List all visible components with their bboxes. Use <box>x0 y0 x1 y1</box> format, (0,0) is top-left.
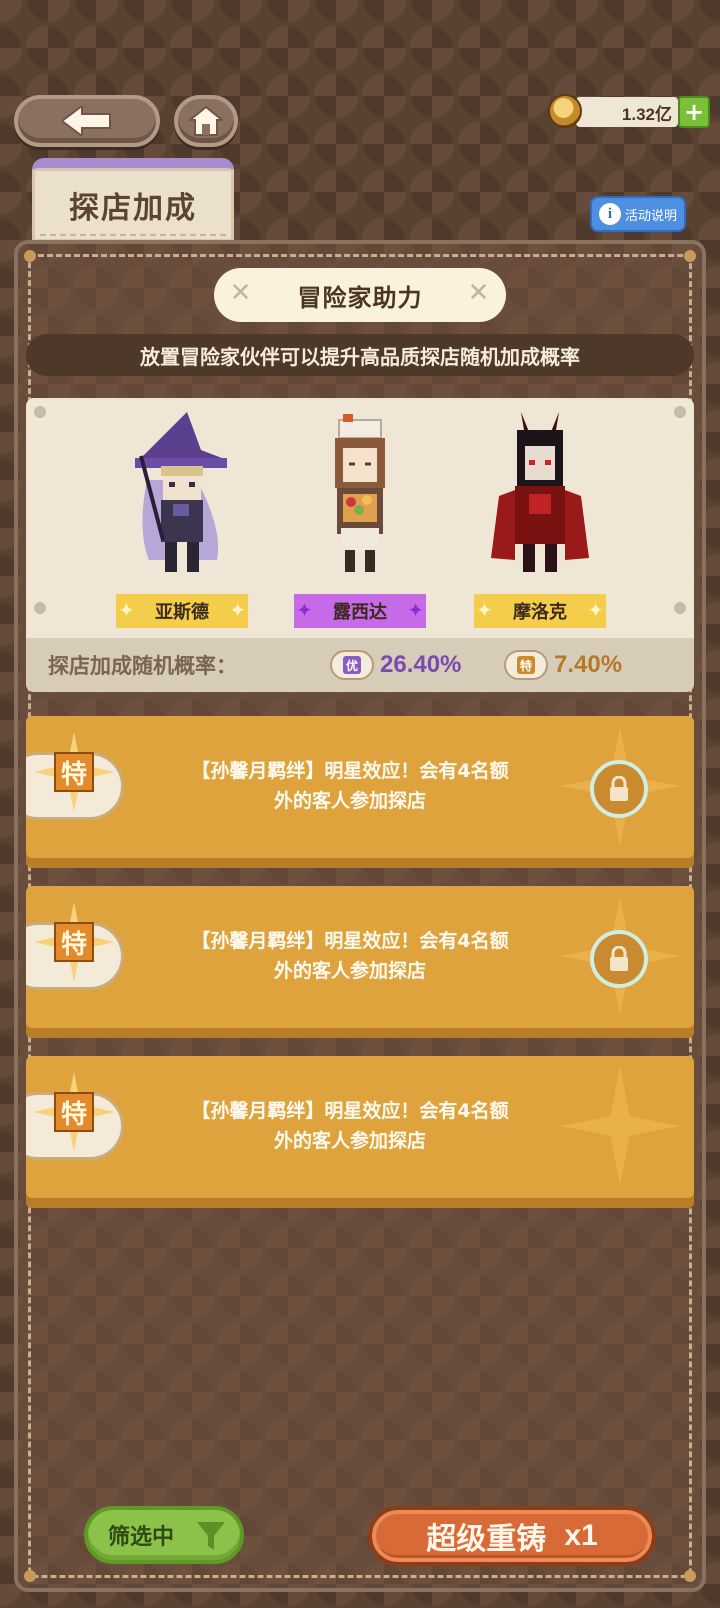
cross-ornament-icon: ✕ <box>229 278 253 308</box>
home-icon <box>189 106 223 136</box>
bonus-description: 【孙馨月羁绊】明星效应！会有4名额 外的客人参加探店 <box>191 930 509 982</box>
assist-description: 放置冒险家伙伴可以提升高品质探店随机加成概率 <box>26 334 694 376</box>
funnel-icon <box>197 1522 225 1550</box>
hero-slot-1[interactable]: ✦ 亚斯德 ✦ <box>112 410 252 628</box>
special-tag: 特 <box>54 922 94 962</box>
back-button[interactable] <box>14 95 160 147</box>
hero-name-tag: ✦ 摩洛克 ✦ <box>474 594 606 628</box>
sparkle-icon <box>560 1066 680 1186</box>
witch-hero-sprite <box>135 412 227 572</box>
special-rate-value: 7.40% <box>554 651 623 678</box>
adventurer-assist-banner: ✕ 冒险家助力 ✕ <box>214 268 506 322</box>
bonus-description: 【孙馨月羁绊】明星效应！会有4名额 外的客人参加探店 <box>191 1100 509 1152</box>
hero-slot-2[interactable]: ✦ 露西达 ✦ <box>290 410 430 628</box>
event-info-button[interactable]: i 活动说明 <box>590 196 686 232</box>
bonus-card-3[interactable]: 特 【孙馨月羁绊】明星效应！会有4名额 外的客人参加探店 <box>26 1056 694 1208</box>
bonus-rate-row: 探店加成随机概率： 优 26.40% 特 7.40% <box>26 638 694 692</box>
tab-label: 探店加成 <box>69 191 197 226</box>
hero-slots: ✦ 亚斯德 ✦ ✦ 露西达 ✦ ✦ 摩洛克 ✦ 探店加成随机概率： 优 26.4… <box>26 398 694 692</box>
info-icon: i <box>598 203 621 225</box>
special-tag: 特 <box>54 1092 94 1132</box>
epic-tag-chip: 优 <box>330 650 374 680</box>
bonus-card-1[interactable]: 特 【孙馨月羁绊】明星效应！会有4名额 外的客人参加探店 <box>26 716 694 868</box>
special-rate: 特 7.40% <box>504 650 622 680</box>
event-info-label: 活动说明 <box>624 208 677 224</box>
lock-toggle-button[interactable] <box>590 760 648 818</box>
bonus-description: 【孙馨月羁绊】明星效应！会有4名额 外的客人参加探店 <box>191 760 509 812</box>
special-tag-chip: 特 <box>504 650 548 680</box>
lock-toggle-button[interactable] <box>590 930 648 988</box>
epic-rate: 优 26.40% <box>330 650 461 680</box>
epic-rate-value: 26.40% <box>380 651 462 678</box>
chef-hero-sprite <box>335 414 385 572</box>
tab-store-bonus[interactable]: 探店加成 <box>32 158 234 242</box>
currency-display: 1.32亿 + <box>548 94 710 128</box>
arrow-left-icon <box>62 106 111 136</box>
hero-slot-3[interactable]: ✦ 摩洛克 ✦ <box>470 410 610 628</box>
filter-label: 筛选中 <box>108 1525 175 1550</box>
coin-icon <box>548 94 582 128</box>
super-recast-button[interactable]: 超级重铸 x1 <box>368 1506 656 1566</box>
demon-hero-sprite <box>491 412 589 572</box>
cross-ornament-icon: ✕ <box>467 278 491 308</box>
rate-label: 探店加成随机概率： <box>48 654 237 678</box>
home-button[interactable] <box>174 95 238 147</box>
bonus-card-2[interactable]: 特 【孙馨月羁绊】明星效应！会有4名额 外的客人参加探店 <box>26 886 694 1038</box>
special-tag: 特 <box>54 752 94 792</box>
lock-icon <box>610 776 628 801</box>
lock-icon <box>610 946 628 971</box>
add-currency-button[interactable]: + <box>678 96 710 128</box>
currency-amount: 1.32亿 <box>576 97 678 127</box>
banner-title: 冒险家助力 <box>297 283 423 312</box>
recast-count: x1 <box>564 1519 598 1552</box>
hero-name-tag: ✦ 露西达 ✦ <box>294 594 426 628</box>
hero-name-tag: ✦ 亚斯德 ✦ <box>116 594 248 628</box>
filter-button[interactable]: 筛选中 <box>84 1506 244 1564</box>
recast-label: 超级重铸 <box>426 1522 547 1557</box>
